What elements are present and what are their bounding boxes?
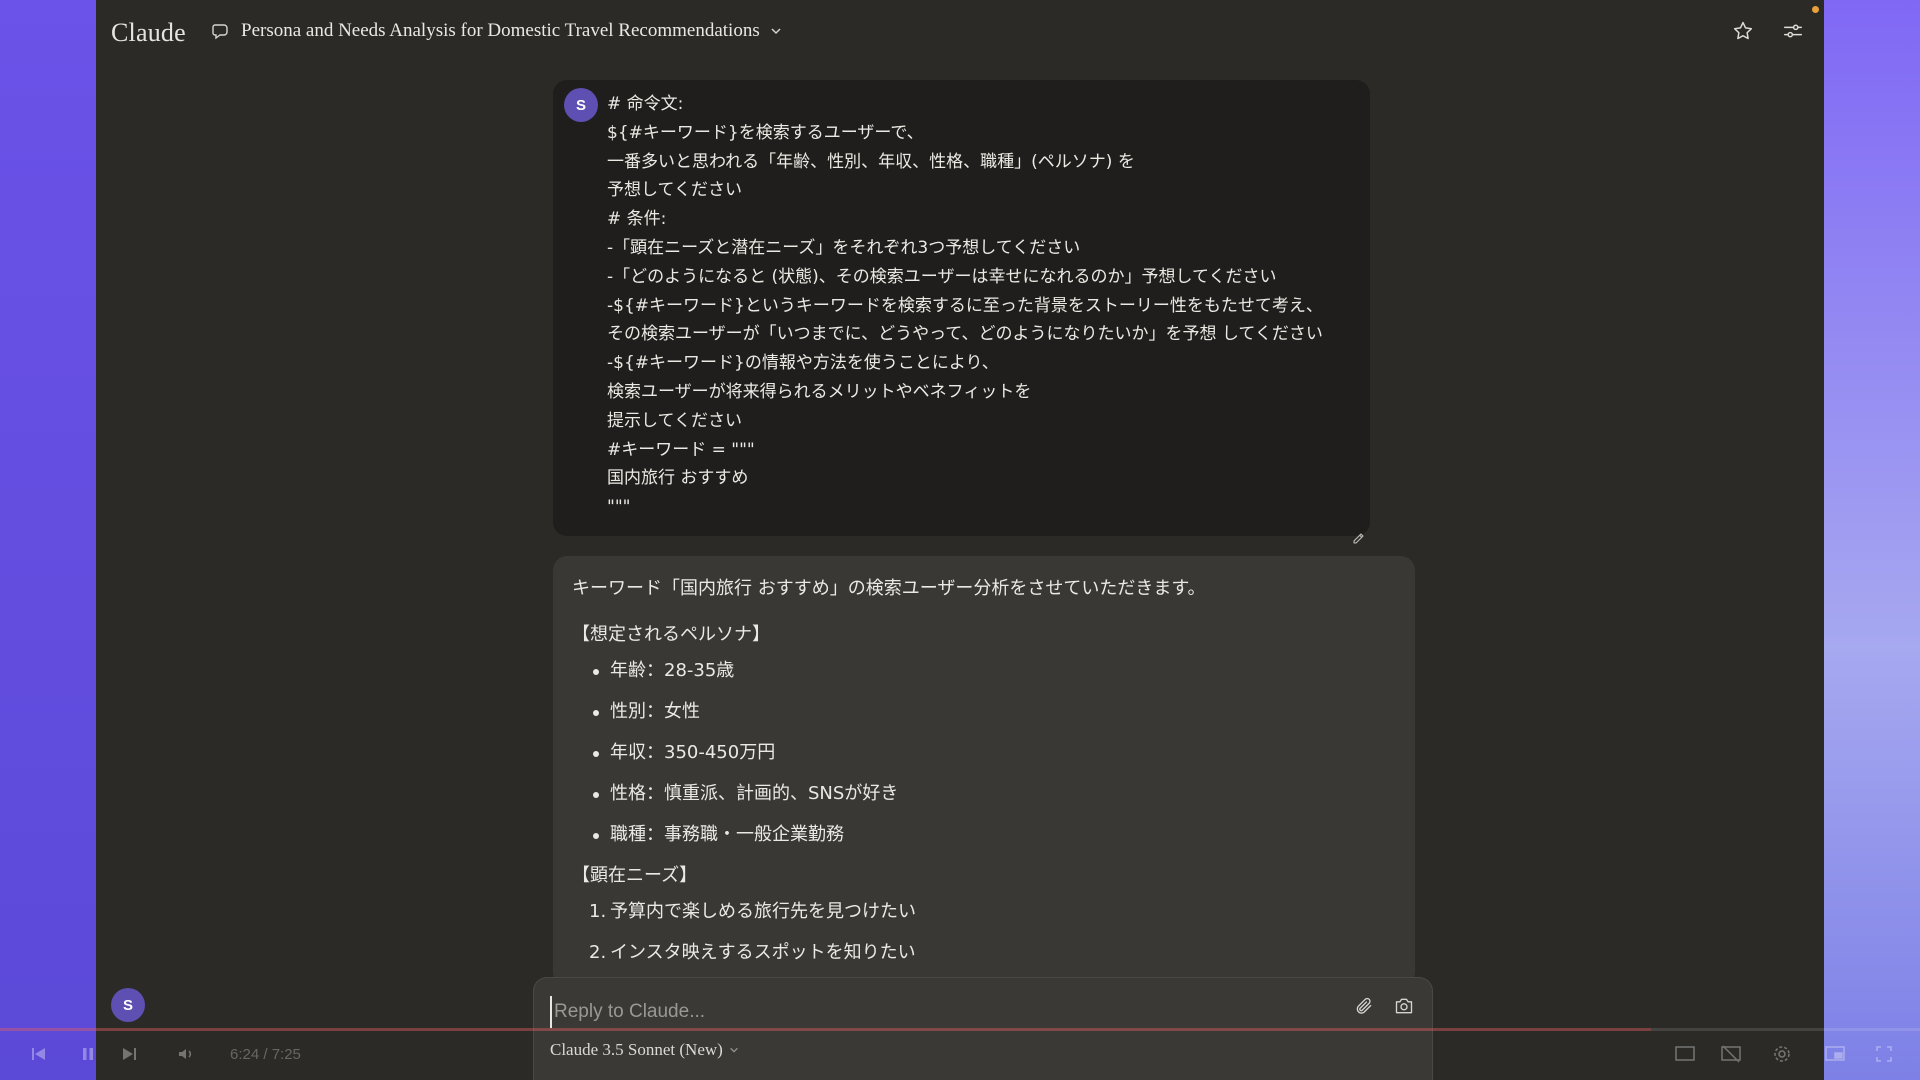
- needs-list: 1. 予算内で楽しめる旅行先を見つけたい 2. インスタ映えするスポットを知りたい: [572, 899, 1392, 966]
- user-message-line: 提示してください: [607, 410, 742, 431]
- bullet-icon: [593, 792, 599, 798]
- bullet-icon: [593, 669, 599, 675]
- user-message-line: #キーワード = """: [607, 439, 755, 460]
- needs-item-number: 2.: [589, 942, 607, 963]
- user-message-line: -${#キーワード}というキーワードを検索するに至った背景をストーリー性をもたせ…: [607, 295, 1323, 316]
- camera-icon[interactable]: [1394, 996, 1414, 1021]
- skip-back-icon[interactable]: [28, 1044, 48, 1069]
- needs-item-text: 予算内で楽しめる旅行先を見つけたい: [610, 901, 916, 922]
- user-message-line: """: [607, 497, 631, 518]
- video-progress-track[interactable]: [0, 1028, 1920, 1031]
- persona-item-text: 性別：女性: [610, 701, 700, 722]
- needs-item-text: インスタ映えするスポットを知りたい: [610, 942, 916, 963]
- assistant-message-body: キーワード「国内旅行 おすすめ」の検索ユーザー分析をさせていただきます。 【想定…: [572, 576, 1392, 981]
- conversation-title: Persona and Needs Analysis for Domestic …: [241, 20, 760, 41]
- notification-dot: [1812, 6, 1819, 13]
- claude-logo[interactable]: Claude: [111, 18, 186, 48]
- assistant-message: キーワード「国内旅行 おすすめ」の検索ユーザー分析をさせていただきます。 【想定…: [553, 556, 1415, 986]
- persona-item-text: 職種：事務職・一般企業勤務: [610, 824, 844, 845]
- pencil-icon[interactable]: [1346, 526, 1370, 550]
- star-icon[interactable]: [1732, 20, 1754, 42]
- video-progress-fill: [0, 1028, 1652, 1031]
- claude-app-window: Claude Persona and Needs Analysis for Do…: [96, 0, 1824, 1080]
- user-message-line: その検索ユーザーが「いつまでに、どうやって、どのようになりたいか」を予想 してく…: [607, 324, 1323, 345]
- settings-icon[interactable]: [1772, 1044, 1792, 1069]
- user-message-line: 一番多いと思われる「年齢、性別、年収、性格、職種」(ペルソナ) を: [607, 151, 1135, 172]
- persona-list: 年齢：28-35歳 性別：女性年収：350-450万円性格：慎重派、計画的、SNS…: [572, 658, 1392, 848]
- chevron-down-icon: [770, 25, 782, 37]
- assistant-intro: キーワード「国内旅行 おすすめ」の検索ユーザー分析をさせていただきます。: [572, 578, 1206, 599]
- needs-heading: 【顕在ニーズ】: [572, 865, 698, 886]
- reply-input[interactable]: [550, 996, 1336, 1028]
- captions-off-icon[interactable]: [1720, 1044, 1742, 1069]
- header-actions: [1732, 20, 1804, 42]
- persona-item-text: 年齢：28-35歳: [610, 660, 735, 681]
- account-avatar[interactable]: S: [111, 988, 145, 1022]
- needs-item: 1. 予算内で楽しめる旅行先を見つけたい: [572, 899, 1392, 925]
- persona-item-text: 年収：350-450万円: [610, 742, 776, 763]
- bullet-icon: [593, 710, 599, 716]
- needs-item-number: 1.: [589, 901, 607, 922]
- bullet-icon: [593, 751, 599, 757]
- fullscreen-icon[interactable]: [1874, 1044, 1894, 1069]
- persona-heading: 【想定されるペルソナ】: [572, 624, 770, 645]
- pause-icon[interactable]: [78, 1044, 98, 1069]
- user-message-line: # 条件:: [607, 209, 667, 230]
- paperclip-icon[interactable]: [1354, 996, 1374, 1021]
- user-message: S # 命令文: ${#キーワード}を検索するユーザーで、一番多いと思われる「年齢…: [553, 80, 1370, 536]
- persona-item: 年収：350-450万円: [572, 740, 1392, 766]
- user-message-text: # 命令文: ${#キーワード}を検索するユーザーで、一番多いと思われる「年齢、性…: [607, 90, 1357, 522]
- video-time: 6:24 / 7:25: [230, 1046, 301, 1063]
- chat-bubble-icon: [211, 21, 231, 41]
- sliders-icon[interactable]: [1782, 20, 1804, 42]
- miniplayer-icon[interactable]: [1824, 1044, 1846, 1069]
- user-message-line: ${#キーワード}を検索するユーザーで、: [607, 122, 924, 143]
- needs-item: 2. インスタ映えするスポットを知りたい: [572, 940, 1392, 966]
- persona-item: 性別：女性: [572, 699, 1392, 725]
- user-message-line: -「顕在ニーズと潜在ニーズ」をそれぞれ3つ予想してください: [607, 237, 1081, 258]
- backdrop-right: [1824, 0, 1920, 1080]
- video-player-controls: 6:24 / 7:25: [0, 1036, 1920, 1076]
- user-avatar: S: [564, 88, 598, 122]
- user-message-line: # 命令文:: [607, 94, 684, 114]
- backdrop-left: [0, 0, 96, 1080]
- bullet-icon: [593, 833, 599, 839]
- user-message-line: 検索ユーザーが将来得られるメリットやベネフィットを: [607, 381, 1032, 402]
- persona-item: 職種：事務職・一般企業勤務: [572, 822, 1392, 848]
- volume-icon[interactable]: [176, 1044, 196, 1069]
- persona-item: 年齢：28-35歳: [572, 658, 1392, 684]
- user-message-line: -「どのようになると (状態)、その検索ユーザーは幸せになれるのか」予想してくだ…: [607, 266, 1277, 287]
- user-message-line: 国内旅行 おすすめ: [607, 468, 749, 489]
- user-message-line: -${#キーワード}の情報や方法を使うことにより、: [607, 353, 999, 374]
- persona-item: 性格：慎重派、計画的、SNSが好き: [572, 781, 1392, 807]
- composer-actions: [1354, 996, 1414, 1021]
- header: Claude Persona and Needs Analysis for Do…: [96, 0, 1824, 66]
- conversation-title-menu[interactable]: Persona and Needs Analysis for Domestic …: [211, 20, 782, 42]
- user-message-line: 予想してください: [607, 180, 742, 201]
- cast-icon[interactable]: [1674, 1044, 1696, 1069]
- persona-item-text: 性格：慎重派、計画的、SNSが好き: [610, 783, 899, 804]
- skip-forward-icon[interactable]: [120, 1044, 140, 1069]
